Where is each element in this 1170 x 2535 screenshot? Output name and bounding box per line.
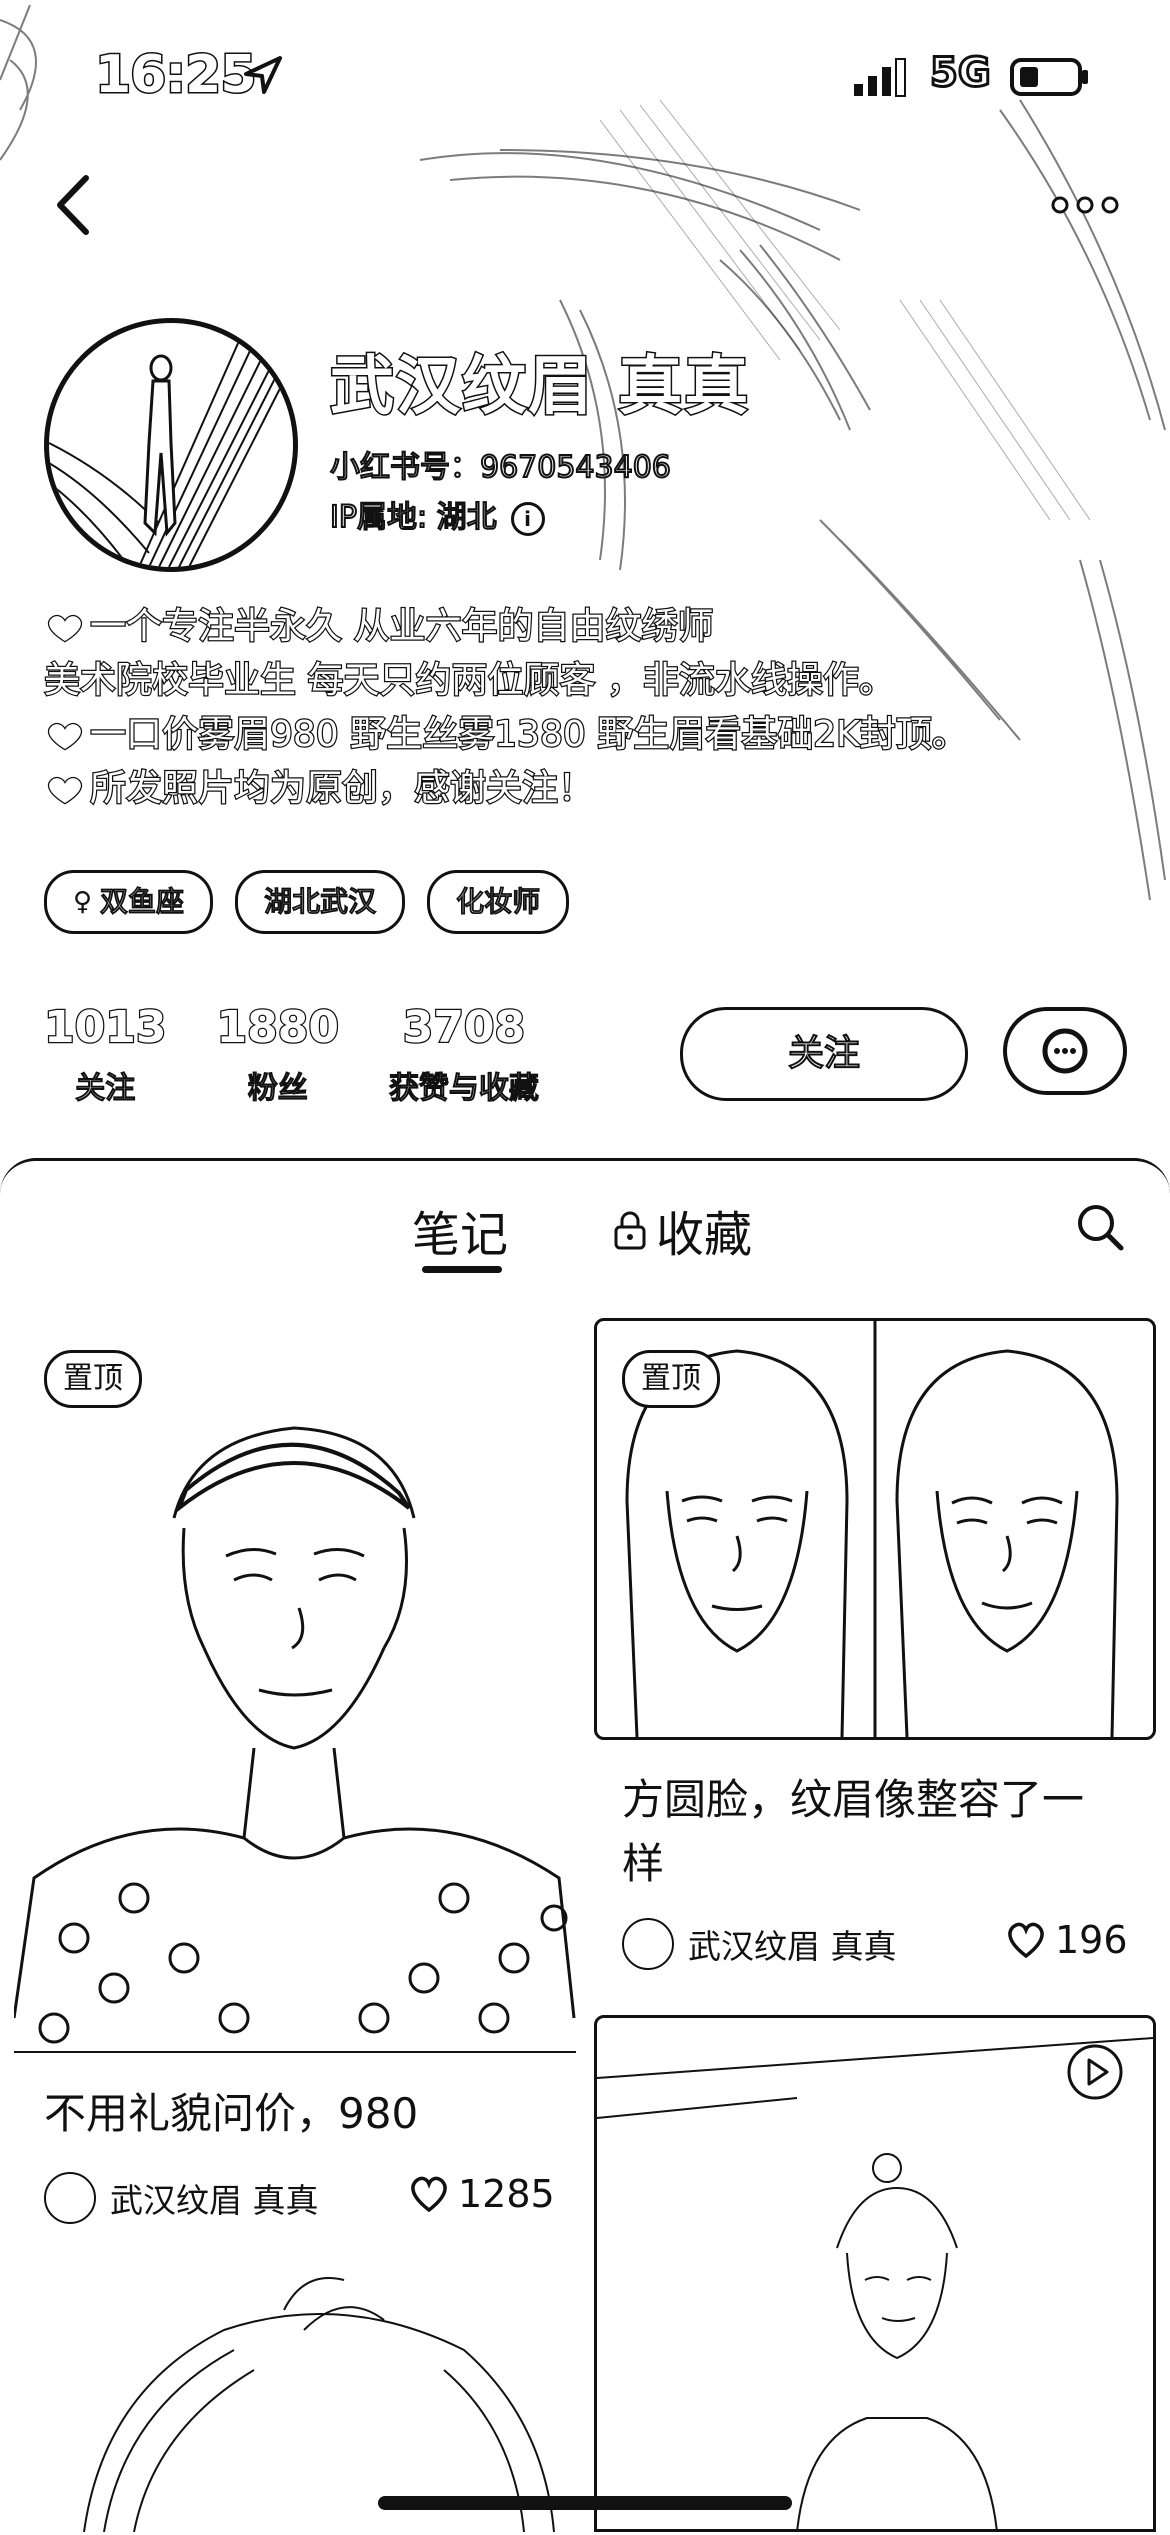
bio-line: 一个专注半永久 从业六年的自由纹绣师: [44, 600, 1144, 654]
tab-notes[interactable]: 笔记: [412, 1195, 508, 1265]
stat-followers[interactable]: 1880 粉丝: [215, 1001, 340, 1107]
tag-profession[interactable]: 化妆师: [427, 870, 570, 934]
like-button[interactable]: 1285: [408, 2172, 555, 2216]
heart-emoji-icon: [48, 776, 82, 805]
video-play-icon: [1067, 2044, 1123, 2100]
active-tab-indicator: [422, 1266, 502, 1273]
pinned-badge: 置顶: [622, 1350, 720, 1408]
stat-likes-collects[interactable]: 3708 获赞与收藏: [388, 1001, 540, 1107]
home-indicator[interactable]: [378, 2496, 792, 2510]
profile-name: 武汉纹眉 真真: [328, 349, 751, 426]
heart-icon: [1008, 1922, 1044, 1959]
pinned-badge: 置顶: [44, 1350, 142, 1408]
more-options-button[interactable]: [1050, 190, 1120, 220]
tag-location[interactable]: 湖北武汉: [235, 870, 406, 934]
profile-background: [0, 4, 1166, 901]
location-arrow-icon: [244, 56, 282, 94]
tab-collect[interactable]: 收藏: [612, 1195, 752, 1265]
signal-icon: [854, 58, 906, 97]
back-button[interactable]: [48, 170, 98, 240]
profile-avatar[interactable]: [44, 318, 298, 572]
status-time: 16:25: [94, 44, 259, 107]
note-card-image[interactable]: [14, 1318, 576, 2053]
note-title[interactable]: 不用礼貌问价，980: [44, 2082, 564, 2146]
search-icon[interactable]: [1075, 1202, 1125, 1252]
note-title[interactable]: 方圆脸，纹眉像整容了一样: [622, 1768, 1122, 1896]
follow-button[interactable]: 关注: [680, 1007, 968, 1101]
message-button[interactable]: [1003, 1007, 1127, 1095]
note-card-image[interactable]: [44, 2270, 564, 2532]
info-icon[interactable]: i: [510, 501, 545, 536]
heart-icon: [411, 2176, 447, 2213]
bio-line: 一口价雾眉980 野生丝雾1380 野生眉看基础2K封顶。: [44, 708, 1144, 762]
stat-following[interactable]: 1013 关注: [43, 1001, 168, 1107]
network-type: 5G: [929, 49, 993, 98]
bio-line: 所发照片均为原创，感谢关注！: [44, 762, 1144, 816]
author-avatar: [622, 1918, 674, 1970]
avatar-image: [49, 323, 293, 567]
lock-icon: [614, 1211, 646, 1250]
profile-tags: ♀ 双鱼座 湖北武汉 化妆师: [44, 870, 570, 934]
portrait-image: [14, 1426, 576, 2053]
bio-line: 美术院校毕业生 每天只约两位顾客 ，非流水线操作。: [43, 659, 896, 703]
note-author[interactable]: 武汉纹眉 真真: [622, 1918, 897, 1970]
battery-icon: [1010, 58, 1088, 96]
like-button[interactable]: 196: [1005, 1918, 1128, 1962]
profile-bio: 一个专注半永久 从业六年的自由纹绣师 美术院校毕业生 每天只约两位顾客 ，非流水…: [43, 600, 1144, 816]
ip-location-text: IP属地: 湖北: [329, 499, 498, 536]
heart-emoji-icon: [48, 722, 82, 751]
author-avatar: [44, 2172, 96, 2224]
female-icon: ♀: [73, 887, 93, 917]
chat-bubble-icon: [1042, 1028, 1088, 1074]
tag-zodiac[interactable]: ♀ 双鱼座: [44, 870, 214, 934]
profile-stats: 1013 关注 1880 粉丝 3708 获赞与收藏: [43, 1001, 589, 1107]
portrait-image: [83, 2277, 555, 2532]
heart-emoji-icon: [48, 614, 82, 643]
ip-location: IP属地: 湖北 i: [329, 492, 545, 536]
note-author[interactable]: 武汉纹眉 真真: [44, 2172, 319, 2224]
redbook-id: 小红书号：9670543406: [329, 449, 672, 486]
status-bar: 16:25 5G: [0, 0, 1170, 150]
